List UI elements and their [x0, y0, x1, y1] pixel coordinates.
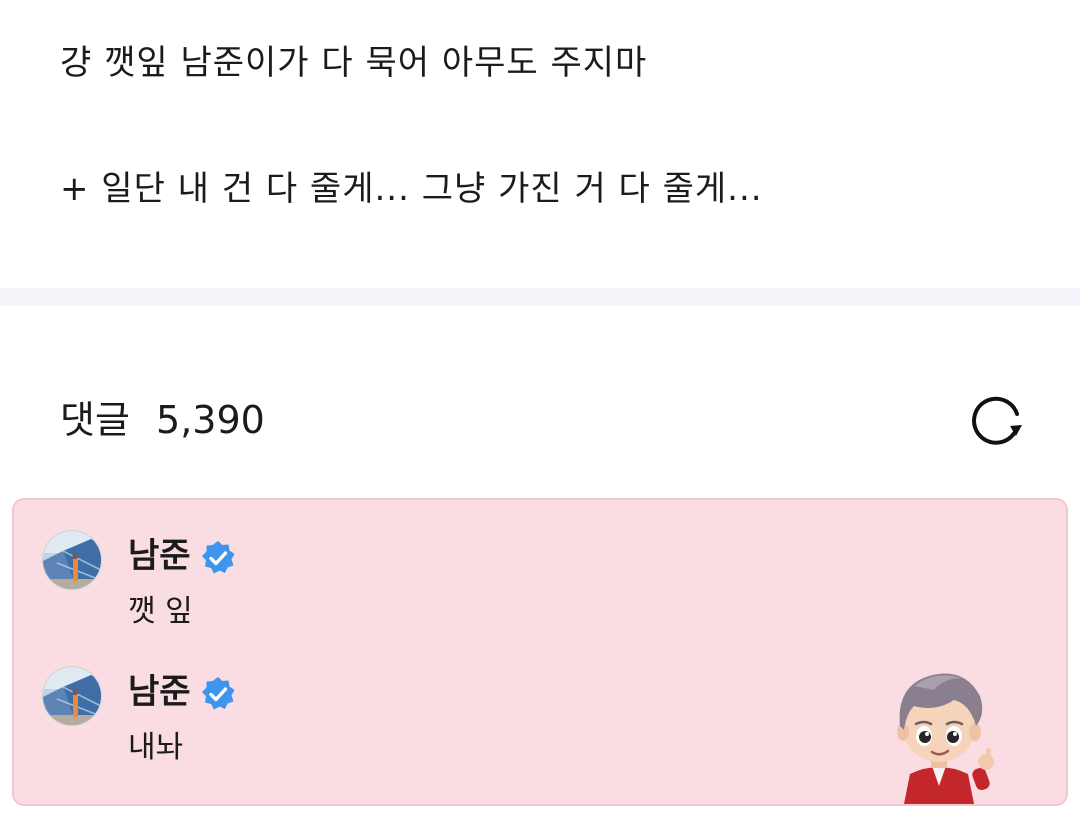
comment-author[interactable]: 남준 — [128, 534, 191, 578]
comments-count: 5,390 — [156, 398, 265, 442]
refresh-button[interactable] — [966, 390, 1028, 452]
post-text-line-2: + 일단 내 건 다 줄게... 그냥 가진 거 다 줄게... — [60, 169, 763, 209]
avatar[interactable] — [42, 530, 102, 590]
comments-label: 댓글 — [60, 398, 130, 442]
character-sticker-image — [897, 673, 994, 804]
comment-text: 내놔 — [128, 730, 184, 765]
refresh-icon — [972, 396, 1022, 445]
comments-header: 댓글 5,390 — [60, 390, 1028, 450]
post-body: 걍 깻잎 남준이가 다 묵어 아무도 주지마 + 일단 내 건 다 줄게... … — [60, 40, 1040, 212]
comment-text: 깻 잎 — [128, 594, 193, 629]
verified-badge-icon — [202, 677, 235, 710]
comment-item: 남준 내놔 — [42, 666, 802, 776]
verified-badge-icon — [202, 541, 235, 574]
pinned-comments-card: 남준 깻 잎 남준 내놔 — [12, 498, 1068, 806]
avatar[interactable] — [42, 666, 102, 726]
comments-title: 댓글 5,390 — [60, 398, 265, 442]
comment-item: 남준 깻 잎 — [42, 530, 802, 640]
post-text-line-1: 걍 깻잎 남준이가 다 묵어 아무도 주지마 — [60, 43, 648, 83]
section-divider — [0, 288, 1080, 306]
comment-author[interactable]: 남준 — [128, 670, 191, 714]
